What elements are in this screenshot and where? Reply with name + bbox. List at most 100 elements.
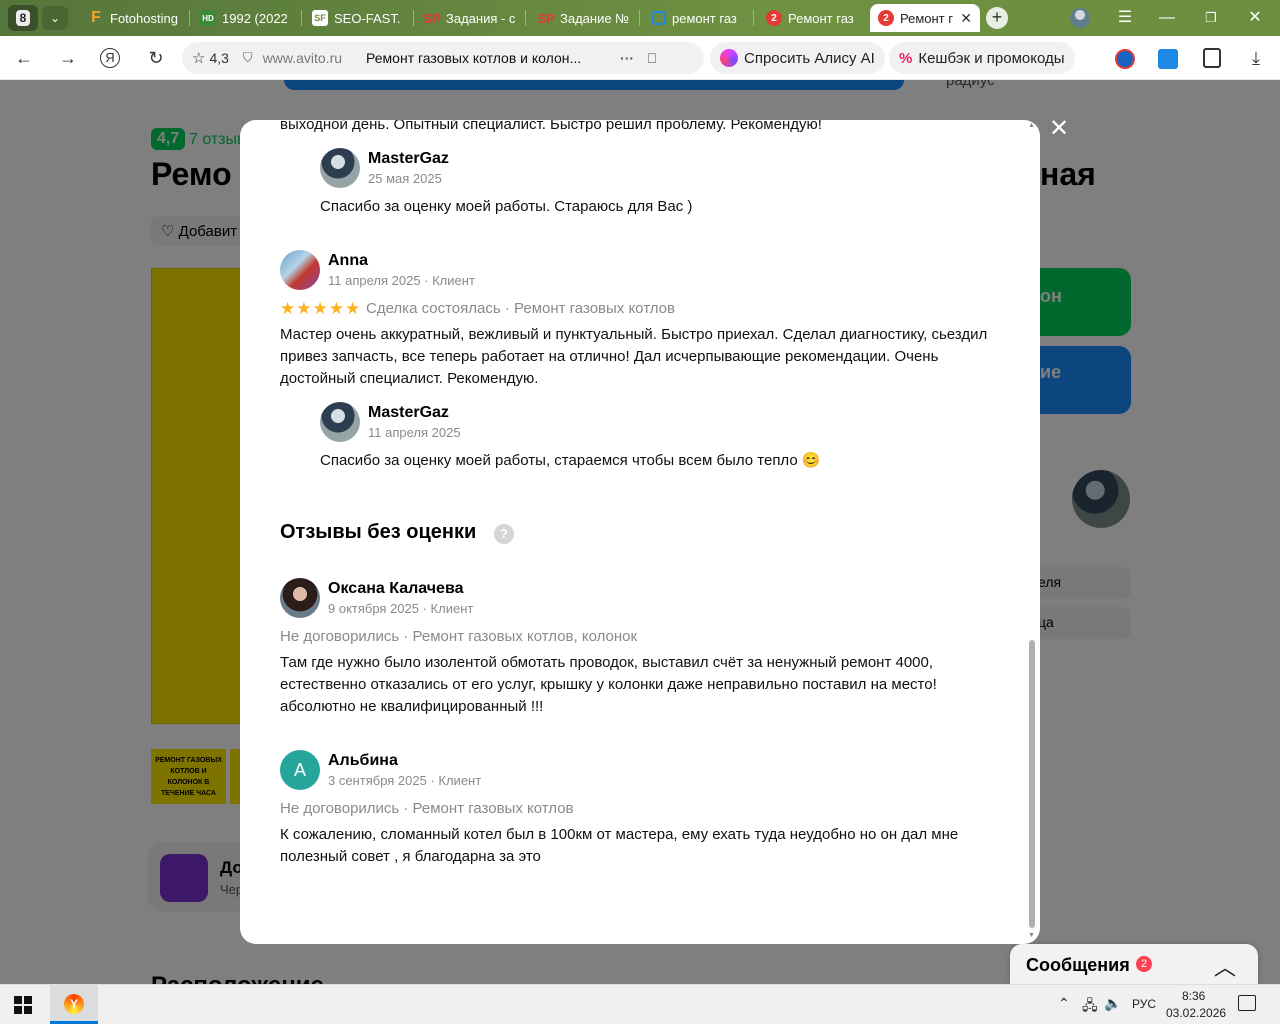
address-bar-row: ← → Я ↻ ☆ 4,3 ⛉ www.avito.ru Ремонт газо… [0,36,1280,80]
tab-label: Ремонт г [900,10,953,26]
sp-icon: SP [423,10,441,26]
clock-date[interactable]: 03.02.2026 [1166,1006,1226,1020]
page-title: Ремонт газовых котлов и колон... [366,50,582,66]
star-icon: ☆ [192,50,206,67]
yandex-browser-taskbar-icon[interactable]: Y [50,985,98,1024]
browser-tab-bar: 8 ⌄ F Fotohosting HD 1992 (2022 SF SEO-F… [0,0,1280,36]
menu-hamburger-icon[interactable]: ☰ [1114,8,1136,28]
review-text: К сожалению, сломанный котел был в 100км… [280,826,959,865]
no-rating-section-heading: Отзывы без оценки [280,521,477,543]
reply-author[interactable]: MasterGaz [368,150,449,168]
review-meta: 3 сентября 2025 · Клиент [328,773,482,788]
reply-date: 25 мая 2025 [368,171,442,186]
modal-scrollbar-thumb[interactable] [1029,640,1035,928]
tab-remont-gaz-search[interactable]: ремонт газ [644,4,754,32]
tab-remont-gaz[interactable]: 2 Ремонт газ [758,4,868,32]
new-tab-plus-icon[interactable]: + [986,7,1008,29]
close-tab-icon[interactable]: ✕ [960,10,972,27]
tab-fotohosting[interactable]: F Fotohosting [80,4,190,32]
review-deal-status: Не договорились · Ремонт газовых котлов,… [280,628,638,645]
close-modal-icon[interactable]: ✕ [1046,116,1072,142]
reply-text: Спасибо за оценку моей работы. Стараюсь … [320,198,693,215]
tabs-dropdown-chevron-icon[interactable]: ⌄ [42,6,68,30]
yandex-logo-icon[interactable]: Я [100,48,120,68]
review-deal-status: Сделка состоялась · Ремонт газовых котло… [366,300,675,317]
review-author[interactable]: Альбина [328,752,398,770]
scroll-down-arrow-icon[interactable]: ▼ [1028,932,1035,939]
cashback-label: Кешбэк и промокоды [918,49,1065,67]
yandex-icon: Y [64,994,84,1014]
volume-icon[interactable]: 🔈 [1104,995,1121,1012]
alice-icon [720,49,738,67]
seo-fast-icon: SF [312,10,328,26]
back-arrow-icon[interactable]: ← [12,46,36,70]
minimize-icon[interactable]: — [1156,8,1178,28]
more-options-icon[interactable]: ··· [620,50,634,66]
keyboard-language[interactable]: РУС [1132,997,1156,1011]
anna-avatar [280,250,320,290]
tab-counter: 8 [15,10,31,26]
reply-author[interactable]: MasterGaz [368,404,449,422]
forward-arrow-icon[interactable]: → [56,46,80,70]
network-icon[interactable]: 🖧 [1082,995,1098,1019]
tray-chevron-up-icon[interactable]: ⌃ [1058,995,1070,1012]
review-deal-status: Не договорились · Ремонт газовых котлов [280,800,574,817]
tab-label: Ремонт газ [788,10,854,26]
alice-label: Спросить Алису AI [744,49,875,67]
messages-label: Сообщения [1026,955,1130,975]
percent-icon: % [899,49,913,67]
avatar-initial: А [293,760,306,780]
address-bar[interactable]: ☆ 4,3 ⛉ www.avito.ru Ремонт газовых котл… [182,42,704,74]
tab-label: 1992 (2022 [222,10,288,26]
five-stars-icon: ★★★★★ [280,299,362,318]
notification-badge-icon: 2 [766,10,782,26]
mastergaz-avatar [320,148,360,188]
review-text-top: выходной день. Опытный специалист. Быстр… [280,120,822,133]
sp-icon: SP [537,10,555,26]
modal-scrollbar-track[interactable]: ▲ ▼ [1028,120,1036,944]
profile-avatar[interactable] [1070,8,1090,28]
close-window-icon[interactable]: ✕ [1244,8,1266,28]
reply-text: Спасибо за оценку моей работы, стараемся… [320,452,821,469]
albina-avatar: А [280,750,320,790]
tab-zadanie-no[interactable]: SP Задание № [530,4,640,32]
messages-widget[interactable]: Сообщения 2 ︿ [1010,944,1258,984]
mastergaz-avatar [320,402,360,442]
tab-counter-button[interactable]: 8 [8,5,38,31]
site-rating: 4,3 [209,50,229,66]
tab-1992[interactable]: HD 1992 (2022 [192,4,302,32]
review-meta: 9 октября 2025 · Клиент [328,601,474,616]
help-question-icon[interactable]: ? [494,524,514,544]
notification-badge-icon: 2 [878,10,894,26]
fotohosting-icon: F [91,9,101,26]
bookmark-icon[interactable]: ⎕ [648,50,656,67]
reload-icon[interactable]: ↻ [144,46,168,70]
oksana-avatar [280,578,320,618]
cashback-button[interactable]: % Кешбэк и промокоды [889,42,1075,74]
tab-zadaniya[interactable]: SP Задания - с [416,4,526,32]
restore-icon[interactable]: ❐ [1200,8,1222,28]
hd-icon: HD [200,10,216,26]
rating-stars: ★★★★★ [280,299,361,319]
reviews-modal: выходной день. Опытный специалист. Быстр… [240,120,1040,944]
messages-count-badge: 2 [1136,956,1152,972]
ask-alice-button[interactable]: Спросить Алису AI [710,42,885,74]
review-meta: 11 апреля 2025 · Клиент [328,273,475,288]
tab-remont-active[interactable]: 2 Ремонт г ✕ [870,4,980,32]
review-author[interactable]: Anna [328,252,368,270]
review-text: Мастер очень аккуратный, вежливый и пунк… [280,326,988,387]
windows-start-icon[interactable] [14,996,32,1014]
notifications-icon[interactable] [1238,995,1256,1011]
clock-time[interactable]: 8:36 [1182,989,1205,1003]
tab-seo-fast[interactable]: SF SEO-FAST. [304,4,414,32]
url-domain: www.avito.ru [262,50,343,66]
download-icon[interactable]: ⤓ [1244,46,1268,70]
chevron-up-icon[interactable]: ︿ [1214,950,1236,982]
tab-label: ремонт газ [672,10,737,26]
tab-label: Задания - с [446,10,516,26]
extension-shield-icon[interactable] [1115,49,1135,69]
collections-icon[interactable] [1203,48,1221,68]
review-author[interactable]: Оксана Калачева [328,580,463,598]
extension-translate-icon[interactable] [1158,49,1178,69]
scroll-up-arrow-icon[interactable]: ▲ [1028,122,1035,129]
